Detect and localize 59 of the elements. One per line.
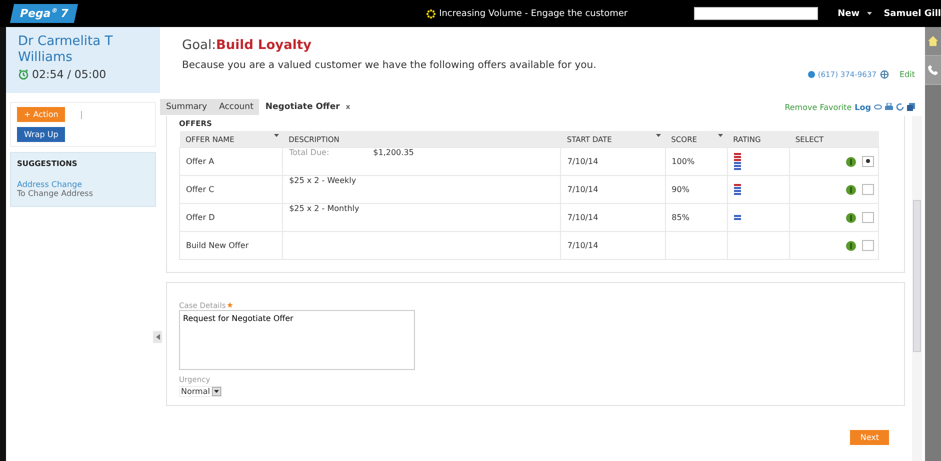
logo: Pega$^{®}$7 <box>10 4 78 23</box>
customer-name: Dr Carmelita T Williams <box>18 34 114 66</box>
offer-message: Because you are a valued customer we have the following offers available for you. <box>182 60 598 71</box>
collapse-button[interactable] <box>153 331 162 343</box>
refresh-icon <box>896 103 904 111</box>
tab[interactable]: Account <box>213 99 260 115</box>
alert-text: Increasing Volume - Engage the customer <box>439 8 628 18</box>
dollar-coin-icon <box>846 212 856 222</box>
select-radio[interactable] <box>862 240 874 251</box>
score: 100% <box>665 148 728 176</box>
dollar-coin-icon <box>846 156 856 166</box>
search-field[interactable] <box>694 7 818 20</box>
select-radio[interactable] <box>862 184 874 195</box>
caret-icon <box>866 12 872 15</box>
tab[interactable]: Summary <box>160 99 214 115</box>
rating-icon <box>734 184 741 195</box>
edit-link[interactable]: Edit <box>900 70 915 79</box>
rating-icon <box>734 153 741 170</box>
user-name[interactable]: Samuel Gill <box>884 8 941 18</box>
case-details-field[interactable]: Request for Negotiate Offer <box>179 310 415 370</box>
offer-description: $25 x 2 - Weekly <box>282 176 561 204</box>
sort-icon[interactable] <box>274 134 279 137</box>
goal-title: Goal:Build Loyalty <box>182 38 313 53</box>
offer-name: Build New Offer <box>180 232 283 260</box>
sort-icon[interactable] <box>718 134 724 137</box>
urgency-select[interactable]: Normal <box>179 386 222 397</box>
new-menu[interactable]: New <box>838 8 872 18</box>
dropdown-arrow-icon <box>212 387 221 396</box>
dollar-coin-icon <box>846 184 856 194</box>
suggestion-detail: To Change Address <box>17 189 94 198</box>
start-date: 7/10/14 <box>560 176 666 204</box>
phone-icon <box>928 65 938 75</box>
globe-icon <box>880 70 888 79</box>
select-radio[interactable] <box>862 212 874 223</box>
home-icon <box>928 36 938 46</box>
scrollbar[interactable] <box>912 116 922 461</box>
start-date: 7/10/14 <box>560 204 666 232</box>
burst-icon <box>426 8 436 18</box>
alarm-clock-icon <box>18 69 29 80</box>
offer-name: Offer A <box>180 148 283 176</box>
remove-favorite-link[interactable]: Remove Favorite <box>784 102 852 112</box>
windows-icon <box>907 103 915 111</box>
offer-description: $25 x 2 - Monthly <box>282 204 561 232</box>
offer-description: Total Due: $1,200.35 <box>282 148 561 176</box>
select-radio[interactable] <box>862 156 874 167</box>
offer-name: Offer D <box>180 204 283 232</box>
rating-icon <box>734 215 741 220</box>
score: 85% <box>665 204 728 232</box>
start-date: 7/10/14 <box>560 148 666 176</box>
dollar-coin-icon <box>846 240 856 250</box>
log-link[interactable]: Log <box>854 102 871 112</box>
wrap-up-button[interactable]: Wrap Up <box>17 127 66 142</box>
call-timer: 02:54 / 05:00 <box>32 68 106 81</box>
start-date: 7/10/14 <box>560 232 666 260</box>
offer-name: Offer C <box>180 176 283 204</box>
print-icon <box>885 103 893 111</box>
left-arrow-icon <box>156 334 160 340</box>
score: 90% <box>665 176 728 204</box>
sort-icon[interactable] <box>656 134 662 137</box>
